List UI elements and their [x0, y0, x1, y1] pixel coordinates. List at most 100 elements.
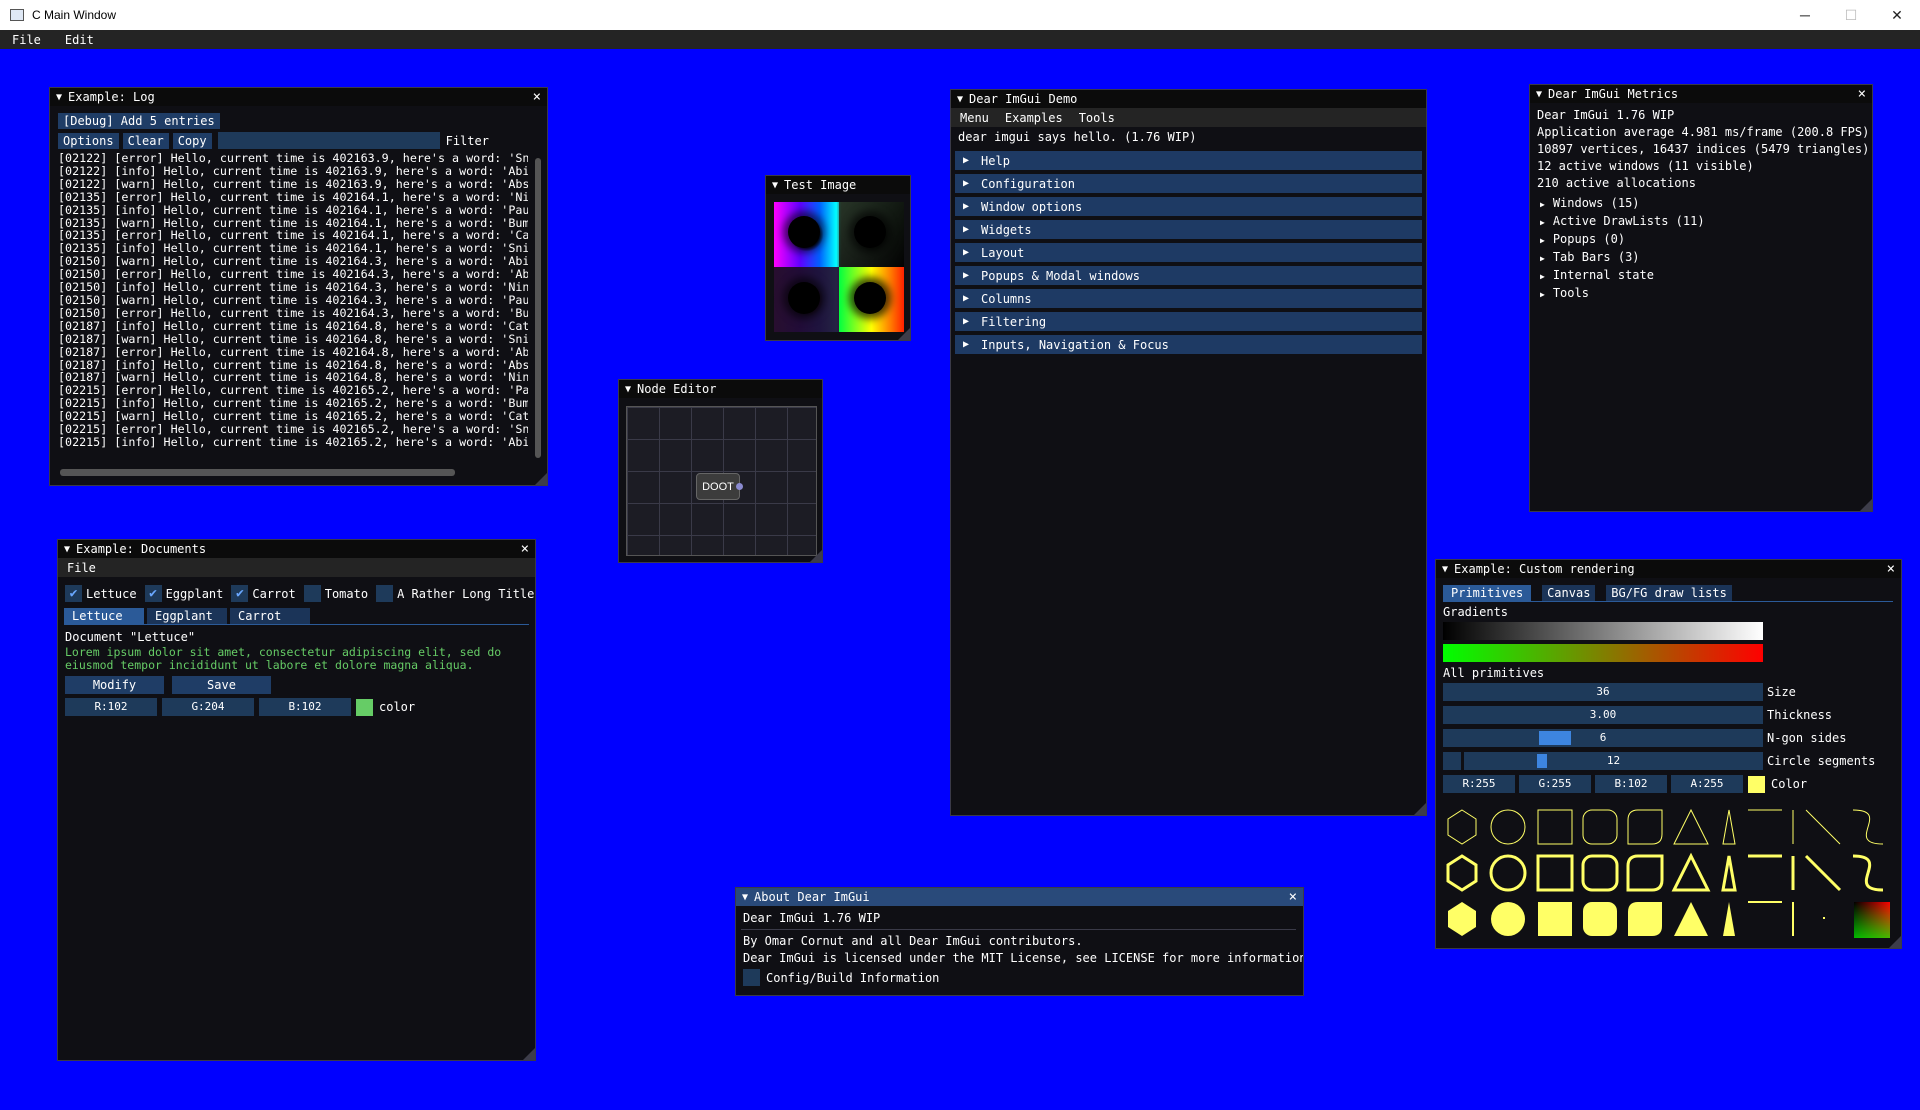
clear-button[interactable]: Clear [122, 132, 169, 149]
tree-node[interactable]: ▶ Tab Bars (3) [1530, 249, 1872, 267]
collapsing-header[interactable]: ▶ Layout [955, 243, 1422, 262]
color-r-field[interactable]: R:255 [1443, 775, 1515, 793]
os-title-bar[interactable]: C Main Window ─ ☐ ✕ [0, 0, 1920, 30]
close-icon[interactable]: × [533, 89, 541, 105]
node-editor-title-bar[interactable]: ▼ Node Editor [619, 380, 822, 398]
modify-button[interactable]: Modify [65, 676, 164, 694]
tree-node[interactable]: ▶ Popups (0) [1530, 231, 1872, 249]
color-swatch[interactable] [356, 698, 373, 716]
tree-node[interactable]: ▶ Internal state [1530, 267, 1872, 285]
checkmark-icon[interactable]: ✔ [144, 585, 162, 602]
save-button[interactable]: Save [172, 676, 271, 694]
demo-menu-examples[interactable]: Examples [1005, 111, 1063, 125]
circle-segments-override-checkbox[interactable] [1443, 752, 1461, 770]
resize-grip[interactable] [523, 1048, 535, 1060]
document-tab[interactable]: Carrot [230, 608, 310, 624]
resize-grip[interactable] [898, 328, 910, 340]
test-image-title-bar[interactable]: ▼ Test Image [766, 176, 910, 194]
document-tab[interactable]: Lettuce [64, 608, 144, 624]
close-icon[interactable]: × [1858, 86, 1866, 102]
close-icon[interactable]: × [521, 541, 529, 557]
collapsing-header[interactable]: ▶ Columns [955, 289, 1422, 308]
checkmark-icon[interactable]: ✔ [65, 585, 82, 602]
checkmark-icon[interactable] [376, 585, 394, 602]
color-g-field[interactable]: G:255 [1519, 775, 1591, 793]
document-checkbox[interactable]: ✔ Carrot [231, 585, 296, 602]
copy-button[interactable]: Copy [172, 132, 212, 149]
options-button[interactable]: Options [58, 132, 119, 149]
checkmark-icon[interactable]: ✔ [231, 585, 249, 602]
close-icon[interactable]: ✕ [1874, 7, 1920, 24]
tab-primitives[interactable]: Primitives [1443, 585, 1532, 601]
tab-canvas[interactable]: Canvas [1542, 585, 1596, 601]
maximize-icon[interactable]: ☐ [1828, 7, 1874, 24]
collapse-arrow-icon[interactable]: ▼ [742, 892, 748, 903]
document-checkbox[interactable]: Tomato [303, 585, 368, 602]
demo-title-bar[interactable]: ▼ Dear ImGui Demo [951, 90, 1426, 108]
tree-arrow-icon: ▶ [1540, 254, 1545, 263]
log-title-bar[interactable]: ▼ Example: Log × [50, 88, 547, 106]
size-slider[interactable]: 36 [1443, 683, 1763, 701]
node-doot[interactable]: DOOT [696, 473, 740, 500]
tab-bg-fg-draw-lists[interactable]: BG/FG draw lists [1606, 585, 1732, 601]
color-b-field[interactable]: B:102 [1595, 775, 1667, 793]
collapsing-header[interactable]: ▶ Window options [955, 197, 1422, 216]
resize-grip[interactable] [535, 473, 547, 485]
demo-menu-tools[interactable]: Tools [1079, 111, 1115, 125]
tree-arrow-icon: ▶ [1540, 218, 1545, 227]
metrics-title-bar[interactable]: ▼ Dear ImGui Metrics × [1530, 85, 1872, 103]
collapsing-header[interactable]: ▶ Configuration [955, 174, 1422, 193]
collapse-arrow-icon[interactable]: ▼ [625, 384, 631, 395]
ngon-slider-grab[interactable] [1539, 731, 1571, 745]
collapse-arrow-icon[interactable]: ▼ [64, 544, 70, 555]
minimize-icon[interactable]: ─ [1782, 7, 1828, 24]
close-icon[interactable]: × [1887, 561, 1895, 577]
demo-menu-menu[interactable]: Menu [960, 111, 989, 125]
document-checkbox[interactable]: ✔ Lettuce [65, 585, 137, 602]
node-canvas[interactable]: DOOT [626, 406, 817, 556]
collapse-arrow-icon[interactable]: ▼ [772, 180, 778, 191]
collapsing-header[interactable]: ▶ Help [955, 151, 1422, 170]
debug-add-entries-button[interactable]: [Debug] Add 5 entries [58, 113, 220, 129]
collapsing-header[interactable]: ▶ Filtering [955, 312, 1422, 331]
circle-segments-slider[interactable]: 12 [1464, 752, 1763, 770]
collapsing-header[interactable]: ▶ Inputs, Navigation & Focus [955, 335, 1422, 354]
config-build-info-checkbox[interactable] [743, 969, 760, 986]
ngon-sides-slider[interactable]: 6 [1443, 729, 1763, 747]
resize-grip[interactable] [1860, 499, 1872, 511]
resize-grip[interactable] [1889, 936, 1901, 948]
resize-grip[interactable] [810, 550, 822, 562]
documents-title-bar[interactable]: ▼ Example: Documents × [58, 540, 535, 558]
custom-rendering-title-bar[interactable]: ▼ Example: Custom rendering × [1436, 560, 1901, 578]
menu-edit[interactable]: Edit [65, 33, 94, 47]
log-vertical-scrollbar[interactable] [535, 158, 541, 458]
color-g-field[interactable]: G:204 [162, 698, 254, 716]
checkmark-icon[interactable] [303, 585, 321, 602]
circle-slider-grab[interactable] [1537, 754, 1547, 768]
collapse-arrow-icon[interactable]: ▼ [1442, 564, 1448, 575]
node-output-slot[interactable] [736, 483, 743, 490]
color-a-field[interactable]: A:255 [1671, 775, 1743, 793]
close-icon[interactable]: × [1289, 889, 1297, 905]
color-b-field[interactable]: B:102 [259, 698, 351, 716]
log-horizontal-scrollbar[interactable] [60, 469, 455, 476]
collapse-arrow-icon[interactable]: ▼ [1536, 89, 1542, 100]
document-tab[interactable]: Eggplant [147, 608, 227, 624]
thickness-slider[interactable]: 3.00 [1443, 706, 1763, 724]
document-checkbox[interactable]: ✔ Eggplant [144, 585, 223, 602]
tree-node[interactable]: ▶ Windows (15) [1530, 195, 1872, 213]
resize-grip[interactable] [1414, 803, 1426, 815]
document-checkbox[interactable]: A Rather Long Title [376, 585, 534, 602]
collapse-arrow-icon[interactable]: ▼ [957, 94, 963, 105]
menu-file[interactable]: File [12, 33, 41, 47]
documents-menu-file[interactable]: File [67, 561, 96, 575]
tree-node[interactable]: ▶ Active DrawLists (11) [1530, 213, 1872, 231]
collapsing-header[interactable]: ▶ Popups & Modal windows [955, 266, 1422, 285]
color-swatch[interactable] [1748, 775, 1765, 793]
collapsing-header[interactable]: ▶ Widgets [955, 220, 1422, 239]
tree-node[interactable]: ▶ Tools [1530, 285, 1872, 303]
collapse-arrow-icon[interactable]: ▼ [56, 92, 62, 103]
filter-input[interactable] [217, 132, 440, 149]
about-title-bar[interactable]: ▼ About Dear ImGui × [736, 888, 1303, 906]
color-r-field[interactable]: R:102 [65, 698, 157, 716]
